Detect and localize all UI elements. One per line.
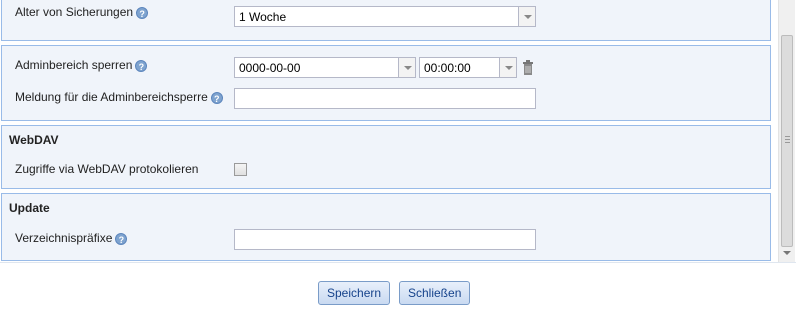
help-icon[interactable]: ? <box>210 92 223 104</box>
webdav-log-label: Zugriffe via WebDAV protokolieren <box>15 162 199 176</box>
admin-lock-time-value: 00:00:00 <box>424 61 471 75</box>
admin-lock-time-picker[interactable]: 00:00:00 <box>419 57 517 78</box>
grip-icon <box>785 136 790 143</box>
webdav-log-checkbox[interactable] <box>234 163 247 176</box>
admin-lock-label: Adminbereich sperren? <box>15 58 148 72</box>
admin-message-label: Meldung für die Adminbereichsperre? <box>15 90 223 104</box>
backup-age-label: Alter von Sicherungen? <box>15 5 149 19</box>
backup-panel: Alter von Sicherungen? 1 Woche <box>1 0 771 41</box>
update-prefix-label: Verzeichnispräfixe? <box>15 231 128 245</box>
scroll-down-arrow-icon[interactable] <box>783 251 791 255</box>
scrollbar-thumb[interactable] <box>781 35 793 247</box>
admin-lock-date-picker[interactable]: 0000-00-00 <box>234 57 416 78</box>
help-icon[interactable]: ? <box>115 233 128 245</box>
save-button[interactable]: Speichern <box>318 281 391 305</box>
close-button[interactable]: Schließen <box>399 281 471 305</box>
webdav-legend: WebDAV <box>9 133 59 147</box>
webdav-panel: WebDAV Zugriffe via WebDAV protokolieren <box>1 125 771 189</box>
help-icon[interactable]: ? <box>135 60 148 72</box>
update-prefix-input[interactable] <box>234 229 536 250</box>
update-panel: Update Verzeichnispräfixe? <box>1 193 771 261</box>
update-legend: Update <box>9 201 50 215</box>
vertical-scrollbar[interactable] <box>778 0 795 262</box>
help-icon[interactable]: ? <box>136 7 149 19</box>
chevron-down-icon[interactable] <box>398 58 415 77</box>
trash-icon[interactable] <box>522 60 534 75</box>
admin-panel: Adminbereich sperren? 0000-00-00 00:00:0… <box>1 45 771 121</box>
chevron-down-icon[interactable] <box>518 7 535 26</box>
footer-separator <box>0 262 796 263</box>
chevron-down-icon[interactable] <box>499 58 516 77</box>
backup-age-value: 1 Woche <box>239 10 287 24</box>
admin-message-input[interactable] <box>234 88 536 109</box>
admin-lock-date-value: 0000-00-00 <box>239 61 301 75</box>
backup-age-select[interactable]: 1 Woche <box>234 6 536 27</box>
